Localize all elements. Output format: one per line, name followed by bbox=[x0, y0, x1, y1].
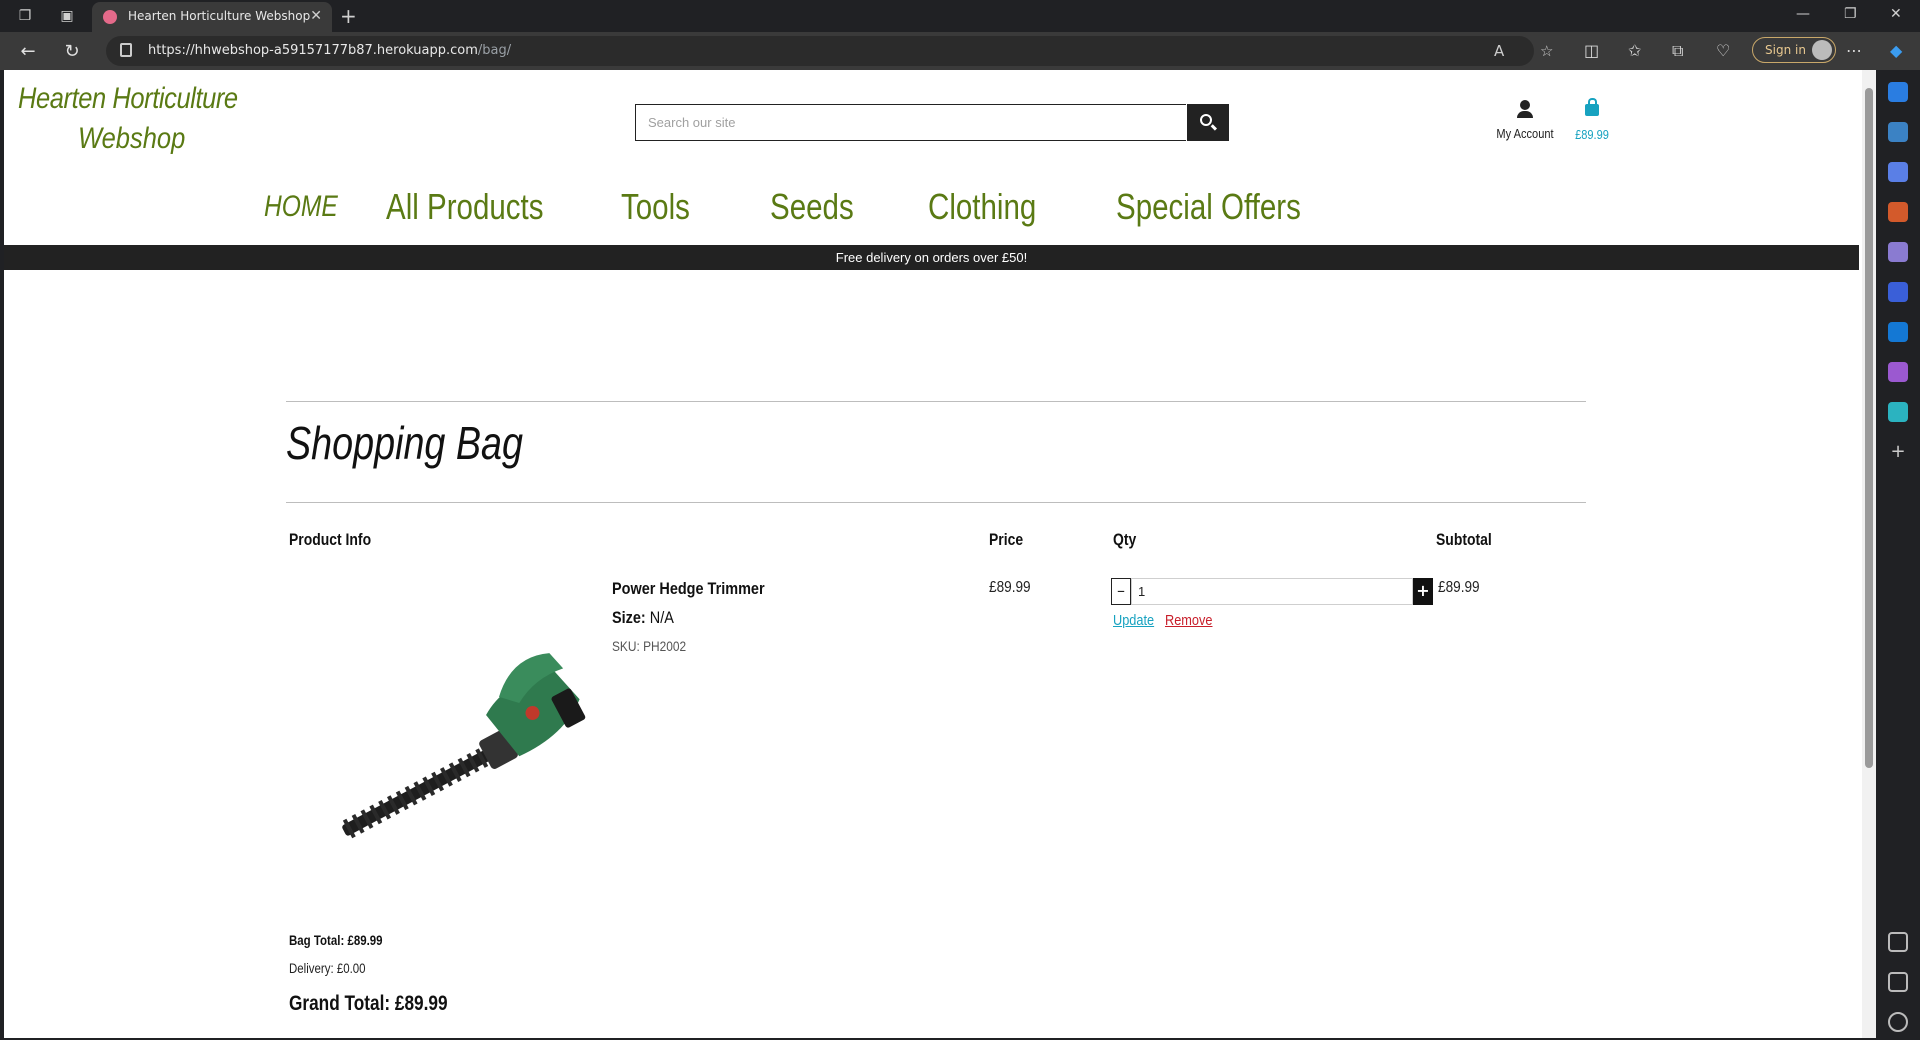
url-field[interactable]: https://hhwebshop-a59157177b87.herokuapp… bbox=[106, 36, 1553, 66]
more-menu-icon[interactable]: ⋯ bbox=[1846, 41, 1862, 60]
user-icon-body bbox=[1517, 111, 1533, 118]
product-sku: SKU: PH2002 bbox=[612, 638, 687, 654]
games-icon[interactable] bbox=[1888, 242, 1908, 262]
main-nav: HOME All Products Tools Seeds Clothing S… bbox=[4, 186, 1862, 242]
shopping-bag-icon bbox=[1585, 98, 1599, 116]
product-image[interactable] bbox=[306, 615, 596, 875]
header-product-info: Product Info bbox=[289, 530, 372, 549]
nav-all-products[interactable]: All Products bbox=[386, 186, 544, 228]
sign-in-label: Sign in bbox=[1765, 43, 1806, 57]
edge-sidebar: + bbox=[1876, 70, 1920, 1040]
search-box bbox=[635, 104, 1186, 141]
size-value: N/A bbox=[649, 608, 674, 627]
sidebar-search-icon[interactable] bbox=[1888, 122, 1908, 142]
search-button[interactable] bbox=[1187, 104, 1229, 141]
favorite-star-icon[interactable]: ☆ bbox=[1540, 42, 1553, 60]
browser-essentials-icon[interactable]: ♡ bbox=[1716, 41, 1730, 60]
qty-decrement-button[interactable]: – bbox=[1111, 578, 1131, 605]
tab-actions-icon[interactable]: ▣ bbox=[56, 6, 78, 26]
nav-home[interactable]: HOME bbox=[264, 190, 338, 224]
remove-link[interactable]: Remove bbox=[1165, 612, 1212, 629]
page-title: Shopping Bag bbox=[286, 417, 524, 469]
add-sidebar-icon[interactable]: + bbox=[1888, 442, 1908, 462]
tools-icon[interactable] bbox=[1888, 202, 1908, 222]
search-icon bbox=[1200, 114, 1212, 126]
tab-title: Hearten Horticulture Webshop bbox=[128, 9, 311, 23]
workspaces-icon[interactable]: ❐ bbox=[14, 6, 36, 26]
delivery-banner: Free delivery on orders over £50! bbox=[4, 245, 1859, 270]
nav-tools[interactable]: Tools bbox=[621, 186, 690, 228]
divider-bottom bbox=[286, 502, 1586, 503]
refresh-icon[interactable]: ↻ bbox=[60, 41, 84, 62]
product-size: Size: N/A bbox=[612, 608, 674, 628]
copilot-icon[interactable]: ◆ bbox=[1890, 41, 1902, 60]
nav-seeds[interactable]: Seeds bbox=[770, 186, 854, 228]
close-tab-icon[interactable]: ✕ bbox=[310, 8, 322, 24]
product-name: Power Hedge Trimmer bbox=[612, 579, 765, 598]
nav-special-offers[interactable]: Special Offers bbox=[1116, 186, 1301, 228]
back-icon[interactable]: ← bbox=[16, 41, 40, 62]
settings-icon[interactable] bbox=[1888, 1012, 1908, 1032]
logo-line-2[interactable]: Webshop bbox=[78, 122, 185, 156]
restore-icon[interactable]: ❐ bbox=[1844, 6, 1857, 22]
my-account-label: My Account bbox=[1496, 126, 1554, 141]
my-account-link[interactable]: My Account bbox=[1490, 100, 1560, 141]
header-price: Price bbox=[989, 530, 1024, 549]
search-input[interactable] bbox=[636, 105, 1186, 140]
item-subtotal: £89.99 bbox=[1438, 579, 1480, 596]
divider-top bbox=[286, 401, 1586, 402]
page-scrollbar[interactable] bbox=[1862, 70, 1876, 1038]
url-text: https://hhwebshop-a59157177b87.herokuapp… bbox=[148, 43, 512, 58]
bag-total: Bag Total: £89.99 bbox=[289, 932, 383, 948]
notifications-icon[interactable] bbox=[1888, 82, 1908, 102]
window-close-icon[interactable]: ✕ bbox=[1890, 6, 1902, 22]
sign-in-button[interactable]: Sign in bbox=[1752, 37, 1836, 63]
item-price: £89.99 bbox=[989, 579, 1031, 596]
copilot-sidebar-icon[interactable] bbox=[1888, 282, 1908, 302]
logo-line-1[interactable]: Hearten Horticulture bbox=[18, 82, 238, 116]
read-aloud-icon[interactable]: A bbox=[1494, 42, 1504, 60]
new-tab-icon[interactable]: + bbox=[340, 4, 357, 28]
header-qty: Qty bbox=[1113, 530, 1137, 549]
favorites-icon[interactable]: ✩ bbox=[1628, 41, 1641, 60]
collections-icon[interactable]: ⧉ bbox=[1672, 41, 1683, 61]
update-link[interactable]: Update bbox=[1113, 612, 1154, 629]
browser-tab[interactable]: Hearten Horticulture Webshop ✕ bbox=[92, 2, 332, 32]
outlook-icon[interactable] bbox=[1888, 322, 1908, 342]
bag-total-header: £89.99 bbox=[1575, 127, 1609, 142]
browser-tab-bar: ❐ ▣ Hearten Horticulture Webshop ✕ + — ❐… bbox=[0, 0, 1920, 32]
web-page: Hearten Horticulture Webshop My Account … bbox=[4, 70, 1862, 1038]
split-screen-icon[interactable]: ◫ bbox=[1584, 41, 1599, 60]
nav-clothing[interactable]: Clothing bbox=[928, 186, 1036, 228]
bag-link[interactable]: £89.99 bbox=[1564, 98, 1620, 142]
size-label: Size: bbox=[612, 608, 646, 627]
qty-input[interactable] bbox=[1131, 578, 1413, 605]
grand-total: Grand Total: £89.99 bbox=[289, 992, 448, 1015]
qty-increment-button[interactable]: + bbox=[1413, 578, 1433, 605]
header-subtotal: Subtotal bbox=[1436, 530, 1492, 549]
hide-sidebar-icon[interactable] bbox=[1888, 932, 1908, 952]
shopping-icon[interactable] bbox=[1888, 162, 1908, 182]
browser-address-bar: ← ↻ https://hhwebshop-a59157177b87.herok… bbox=[0, 32, 1920, 70]
lock-icon bbox=[120, 43, 132, 57]
minimize-icon[interactable]: — bbox=[1796, 6, 1810, 22]
user-icon bbox=[1520, 100, 1530, 110]
external-link-icon[interactable] bbox=[1888, 972, 1908, 992]
profile-avatar-icon bbox=[1812, 40, 1832, 60]
send-icon[interactable] bbox=[1888, 402, 1908, 422]
designer-icon[interactable] bbox=[1888, 362, 1908, 382]
scrollbar-thumb[interactable] bbox=[1865, 88, 1873, 768]
delivery-cost: Delivery: £0.00 bbox=[289, 960, 366, 976]
site-favicon-icon bbox=[103, 10, 117, 24]
